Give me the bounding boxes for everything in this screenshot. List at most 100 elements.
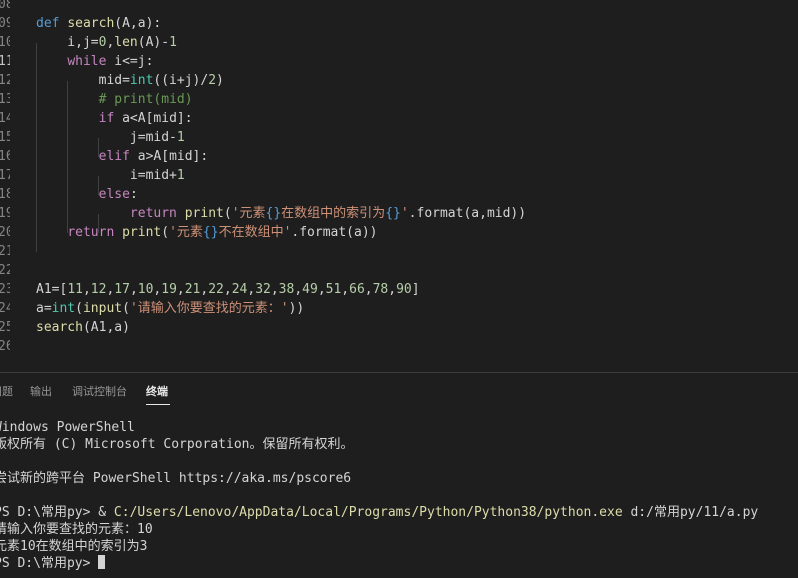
line-number: 11 xyxy=(0,54,10,69)
tab-problems[interactable]: 问题 xyxy=(0,383,13,399)
code-editor[interactable]: 08 09 def search(A,a): 10 i,j=0,len(A)-1 11 … xyxy=(0,0,798,372)
code-line[interactable]: 16 elif a>A[mid]: xyxy=(0,147,798,166)
code-token: 2 xyxy=(208,73,217,88)
tab-terminal[interactable]: 终端 xyxy=(146,383,168,399)
code-line[interactable]: 10 i,j=0,len(A)-1 xyxy=(0,33,798,52)
terminal-line: PS D:\常用py> & C:/Users/Lenovo/AppData/Lo… xyxy=(0,504,758,521)
code-line[interactable]: 15 j=mid-1 xyxy=(0,128,798,147)
code-text: elif a>A[mid]: xyxy=(36,147,209,166)
code-token: '元素 xyxy=(169,225,203,240)
code-text: return print('元素{}不在数组中'.format(a)) xyxy=(36,223,377,242)
code-token: j=mid- xyxy=(36,130,177,145)
code-token: 66 xyxy=(349,282,365,297)
active-tab-indicator xyxy=(146,404,170,405)
line-number: 14 xyxy=(0,111,10,126)
code-line[interactable]: 17 i=mid+1 xyxy=(0,166,798,185)
code-token: 19 xyxy=(161,282,177,297)
code-line[interactable]: 21 xyxy=(0,242,798,261)
code-text: i=mid+1 xyxy=(36,166,185,185)
code-token: def xyxy=(36,16,68,31)
code-token: a<A[mid]: xyxy=(114,111,193,126)
line-number: 16 xyxy=(0,149,10,164)
code-line[interactable]: 26 xyxy=(0,337,798,356)
code-token: 49 xyxy=(302,282,318,297)
code-token: i=mid+ xyxy=(36,168,177,183)
code-token: {} xyxy=(265,206,282,221)
terminal-line: 元素10在数组中的索引为3 xyxy=(0,538,147,555)
code-token: 不在数组中' xyxy=(218,225,292,240)
code-line[interactable]: 24 a=int(input('请输入你要查找的元素：')) xyxy=(0,299,798,318)
line-number: 25 xyxy=(0,320,10,335)
code-line[interactable]: 19 return print('元素{}在数组中的索引为{}'.format(… xyxy=(0,204,798,223)
code-token: if xyxy=(98,111,115,126)
line-number: 22 xyxy=(0,263,10,278)
code-line[interactable]: 11 while i<=j: xyxy=(0,52,798,71)
code-line[interactable]: 08 xyxy=(0,0,798,14)
code-token: {} xyxy=(202,225,219,240)
code-line[interactable]: 14 if a<A[mid]: xyxy=(0,109,798,128)
code-token: , xyxy=(270,282,279,297)
code-token: mid= xyxy=(36,73,130,88)
code-token: ( xyxy=(223,206,232,221)
code-token: a>A[mid]: xyxy=(129,149,209,164)
code-token: else xyxy=(98,187,130,202)
terminal-text: PS D:\常用py> & xyxy=(0,505,114,520)
code-token: len xyxy=(114,35,138,50)
code-token: a= xyxy=(36,301,52,316)
terminal-text: d:/常用py/11/a.py xyxy=(622,505,759,520)
code-line[interactable]: 09 def search(A,a): xyxy=(0,14,798,33)
code-token: : xyxy=(129,187,138,202)
code-text: if a<A[mid]: xyxy=(36,109,193,128)
terminal-output[interactable]: Windows PowerShell 版权所有 (C) Microsoft Cor… xyxy=(0,410,798,578)
code-token: elif xyxy=(98,149,130,164)
code-token: A1=[ xyxy=(36,282,68,297)
code-token: , xyxy=(82,282,91,297)
tab-output[interactable]: 输出 xyxy=(30,383,52,399)
code-token: 17 xyxy=(114,282,130,297)
code-line[interactable]: 25 search(A1,a) xyxy=(0,318,798,337)
code-token: )) xyxy=(288,301,305,316)
code-line[interactable]: 23 A1=[11,12,17,10,19,21,22,24,32,38,49,5… xyxy=(0,280,798,299)
terminal-text: PS D:\常用py> xyxy=(0,556,99,571)
code-token: print xyxy=(184,206,224,221)
code-token: '请输入你要查找的元素：' xyxy=(129,301,289,316)
code-token: 32 xyxy=(255,282,271,297)
tab-debug-console[interactable]: 调试控制台 xyxy=(72,383,127,399)
line-number: 24 xyxy=(0,301,10,316)
code-line[interactable]: 20 return print('元素{}不在数组中'.format(a)) xyxy=(0,223,798,242)
code-token: (A1,a) xyxy=(82,320,130,335)
terminal-line: 尝试新的跨平台 PowerShell https://aka.ms/pscore… xyxy=(0,470,351,487)
code-token: int xyxy=(129,73,154,88)
code-line[interactable]: 12 mid=int((i+j)/2) xyxy=(0,71,798,90)
line-number: 12 xyxy=(0,73,10,88)
line-number: 10 xyxy=(0,35,10,50)
code-token: 21 xyxy=(184,282,201,297)
code-token: 1 xyxy=(176,130,185,145)
code-text: a=int(input('请输入你要查找的元素：')) xyxy=(36,299,304,318)
code-token: 78 xyxy=(372,282,389,297)
terminal-line: Windows PowerShell xyxy=(0,419,135,436)
code-text: mid=int((i+j)/2) xyxy=(36,71,224,90)
code-line[interactable]: 18 else: xyxy=(0,185,798,204)
code-token: ( xyxy=(161,225,170,240)
line-number: 17 xyxy=(0,168,10,183)
code-token: , xyxy=(341,282,350,297)
terminal-text: 版权所有 (C) Microsoft Corporation。保留所有权利。 xyxy=(0,437,354,452)
code-line[interactable]: 22 xyxy=(0,261,798,280)
code-token: int xyxy=(51,301,76,316)
terminal-text: 请输入你要查找的元素：10 xyxy=(0,522,153,537)
code-token: 38 xyxy=(278,282,295,297)
code-line[interactable]: 13 # print(mid) xyxy=(0,90,798,109)
code-token: 1 xyxy=(169,35,177,50)
code-token: (A)- xyxy=(137,35,170,50)
code-token: ] xyxy=(411,282,420,297)
code-token: , xyxy=(364,282,373,297)
code-token: while xyxy=(67,54,107,69)
terminal-text: Windows PowerShell xyxy=(0,420,135,435)
code-token: input xyxy=(82,301,123,316)
code-text: # print(mid) xyxy=(36,90,193,109)
